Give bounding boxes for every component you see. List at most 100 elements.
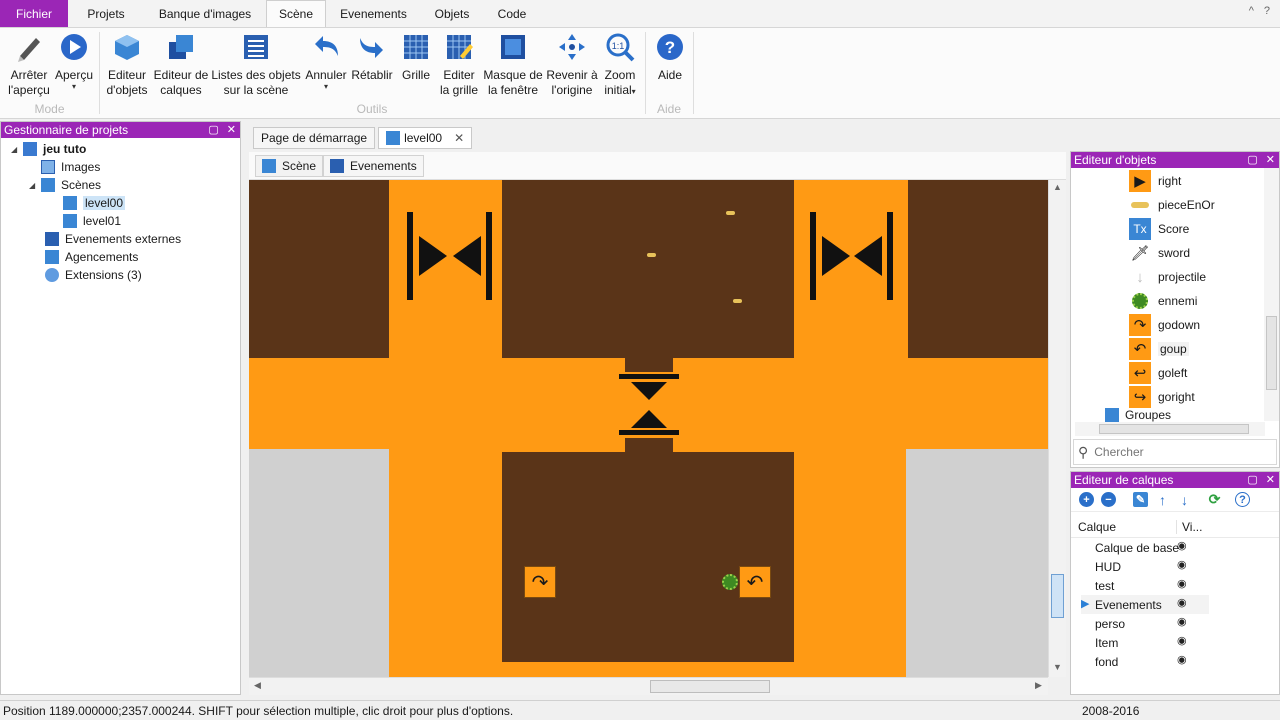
layer-row[interactable]: Calque de base xyxy=(1095,538,1179,557)
layer-row[interactable]: HUD xyxy=(1095,557,1121,576)
eye-icon[interactable]: ◉ xyxy=(1177,615,1187,628)
eye-icon[interactable]: ◉ xyxy=(1177,634,1187,647)
close-tab-icon[interactable]: ✕ xyxy=(454,131,464,145)
tree-item-scenes[interactable]: ◢ Scènes xyxy=(29,176,101,194)
maximize-icon[interactable]: ▢ xyxy=(208,122,218,138)
layer-row[interactable]: Item xyxy=(1095,633,1118,652)
preview-button[interactable]: Aperçu ▾ xyxy=(54,32,94,91)
objects-list-hscroll[interactable] xyxy=(1075,422,1265,436)
remove-layer-icon[interactable]: − xyxy=(1101,492,1116,507)
object-item-projectile[interactable]: ↓ projectile xyxy=(1129,265,1206,289)
move-down-icon[interactable]: ↓ xyxy=(1177,492,1192,508)
tab-objets[interactable]: Objets xyxy=(421,0,483,27)
gold-coin[interactable] xyxy=(733,299,742,303)
tab-evenements[interactable]: Evenements xyxy=(326,0,421,27)
maximize-icon[interactable]: ▢ xyxy=(1247,472,1257,488)
tree-item-level01[interactable]: level01 xyxy=(63,212,121,230)
object-item-ennemi[interactable]: ennemi xyxy=(1129,289,1197,313)
expand-arrow-icon[interactable]: ◢ xyxy=(11,145,23,154)
maximize-icon[interactable]: ▢ xyxy=(1247,152,1257,168)
objects-list-vscroll[interactable] xyxy=(1264,168,1279,421)
object-item-score[interactable]: Tx Score xyxy=(1129,217,1189,241)
scrollbar-thumb[interactable] xyxy=(1051,574,1064,618)
scroll-up-icon[interactable]: ▲ xyxy=(1053,182,1062,192)
enemy-sprite[interactable] xyxy=(722,574,738,590)
tab-code[interactable]: Code xyxy=(483,0,541,27)
tree-item-extensions[interactable]: Extensions (3) xyxy=(45,266,142,284)
object-item-pieceenor[interactable]: pieceEnOr xyxy=(1129,193,1215,217)
layer-row[interactable]: test xyxy=(1095,576,1114,595)
scroll-down-icon[interactable]: ▼ xyxy=(1053,662,1062,672)
layers-editor-button[interactable]: Editeur de calques xyxy=(151,32,211,98)
scroll-right-icon[interactable]: ▶ xyxy=(1035,680,1042,691)
tab-projets[interactable]: Projets xyxy=(68,0,144,27)
gold-coin[interactable] xyxy=(647,253,656,257)
scene-vertical-scrollbar[interactable]: ▲ ▼ xyxy=(1048,180,1066,677)
tab-fichier[interactable]: Fichier xyxy=(0,0,68,27)
tree-item-external-events[interactable]: Evenements externes xyxy=(45,230,181,248)
move-up-icon[interactable]: ↑ xyxy=(1155,492,1170,508)
zoom-initial-button[interactable]: 1:1 Zoom initial▾ xyxy=(600,32,640,98)
tree-item-level00[interactable]: level00 xyxy=(63,194,126,212)
tree-root[interactable]: ◢ jeu tuto xyxy=(11,140,86,158)
edit-layer-icon[interactable]: ✎ xyxy=(1133,492,1148,507)
layer-row[interactable]: fond xyxy=(1095,652,1118,671)
refresh-icon[interactable]: ⟳ xyxy=(1207,491,1222,507)
scrollbar-thumb[interactable] xyxy=(1099,424,1249,434)
eye-icon[interactable]: ◉ xyxy=(1177,558,1187,571)
subtab-evenements[interactable]: Evenements xyxy=(323,155,424,177)
column-visible[interactable]: Vi... xyxy=(1177,520,1202,534)
tab-banque-images[interactable]: Banque d'images xyxy=(144,0,266,27)
tree-item-images[interactable]: Images xyxy=(41,158,100,176)
eye-icon[interactable]: ◉ xyxy=(1177,577,1187,590)
object-item-goright[interactable]: ↪ goright xyxy=(1129,385,1195,409)
objects-editor-button[interactable]: Editeur d'objets xyxy=(104,32,150,98)
zoom-dropdown-icon[interactable]: ▾ xyxy=(632,87,636,96)
goleft-tile[interactable]: ↶ xyxy=(739,566,771,598)
add-layer-icon[interactable]: + xyxy=(1079,492,1094,507)
object-item-sword[interactable]: 🗡 sword xyxy=(1129,241,1190,265)
back-to-origin-button[interactable]: Revenir à l'origine xyxy=(545,32,599,98)
scroll-left-icon[interactable]: ◀ xyxy=(254,680,261,691)
doc-tab-level00[interactable]: level00 ✕ xyxy=(378,127,473,149)
grid-button[interactable]: Grille xyxy=(397,32,435,83)
object-item-right[interactable]: ▶ right xyxy=(1129,169,1181,193)
tab-scene[interactable]: Scène xyxy=(266,0,326,27)
object-item-goleft[interactable]: ↩ goleft xyxy=(1129,361,1187,385)
layer-row-selected[interactable]: Evenements xyxy=(1095,595,1162,614)
redo-button[interactable]: Rétablir xyxy=(350,32,394,83)
help-small-icon[interactable]: ? xyxy=(1264,5,1270,17)
gold-coin[interactable] xyxy=(726,211,735,215)
column-calque[interactable]: Calque xyxy=(1071,519,1177,534)
close-icon[interactable]: ✕ xyxy=(1266,152,1275,168)
object-item-godown[interactable]: ↷ godown xyxy=(1129,313,1200,337)
window-mask-button[interactable]: Masque de la fenêtre xyxy=(482,32,544,98)
collapse-ribbon-icon[interactable]: ^ xyxy=(1249,5,1254,17)
scrollbar-thumb[interactable] xyxy=(1266,316,1277,390)
tree-item-layouts[interactable]: Agencements xyxy=(45,248,138,266)
expand-arrow-icon[interactable]: ◢ xyxy=(29,181,41,190)
objects-list-button[interactable]: Listes des objets sur la scène xyxy=(211,32,301,98)
subtab-scene[interactable]: Scène xyxy=(255,155,324,177)
edit-grid-button[interactable]: Editer la grille xyxy=(437,32,481,98)
layer-row[interactable]: perso xyxy=(1095,614,1125,633)
help-icon[interactable]: ? xyxy=(1235,492,1250,507)
goright-tile[interactable]: ↷ xyxy=(524,566,556,598)
preview-dropdown-icon[interactable]: ▾ xyxy=(72,83,76,91)
eye-icon[interactable]: ◉ xyxy=(1177,539,1187,552)
close-icon[interactable]: ✕ xyxy=(1266,472,1275,488)
doc-tab-start-page[interactable]: Page de démarrage xyxy=(253,127,376,149)
object-group-groups[interactable]: Groupes xyxy=(1105,408,1171,422)
scene-horizontal-scrollbar[interactable]: ◀ ▶ xyxy=(249,677,1048,695)
stop-preview-button[interactable]: Arrêter l'aperçu xyxy=(6,32,52,98)
eye-icon[interactable]: ◉ xyxy=(1177,596,1187,609)
close-icon[interactable]: ✕ xyxy=(227,122,236,138)
objects-search-input[interactable] xyxy=(1094,445,1255,459)
undo-dropdown-icon[interactable]: ▾ xyxy=(324,83,328,91)
object-item-goup[interactable]: ↶ goup xyxy=(1129,337,1189,361)
eye-icon[interactable]: ◉ xyxy=(1177,653,1187,666)
objects-search-box[interactable]: ⚲ xyxy=(1073,439,1277,465)
scrollbar-thumb[interactable] xyxy=(650,680,770,693)
undo-button[interactable]: Annuler ▾ xyxy=(303,32,349,91)
scene-canvas[interactable]: ↷ ↶ xyxy=(249,180,1048,677)
